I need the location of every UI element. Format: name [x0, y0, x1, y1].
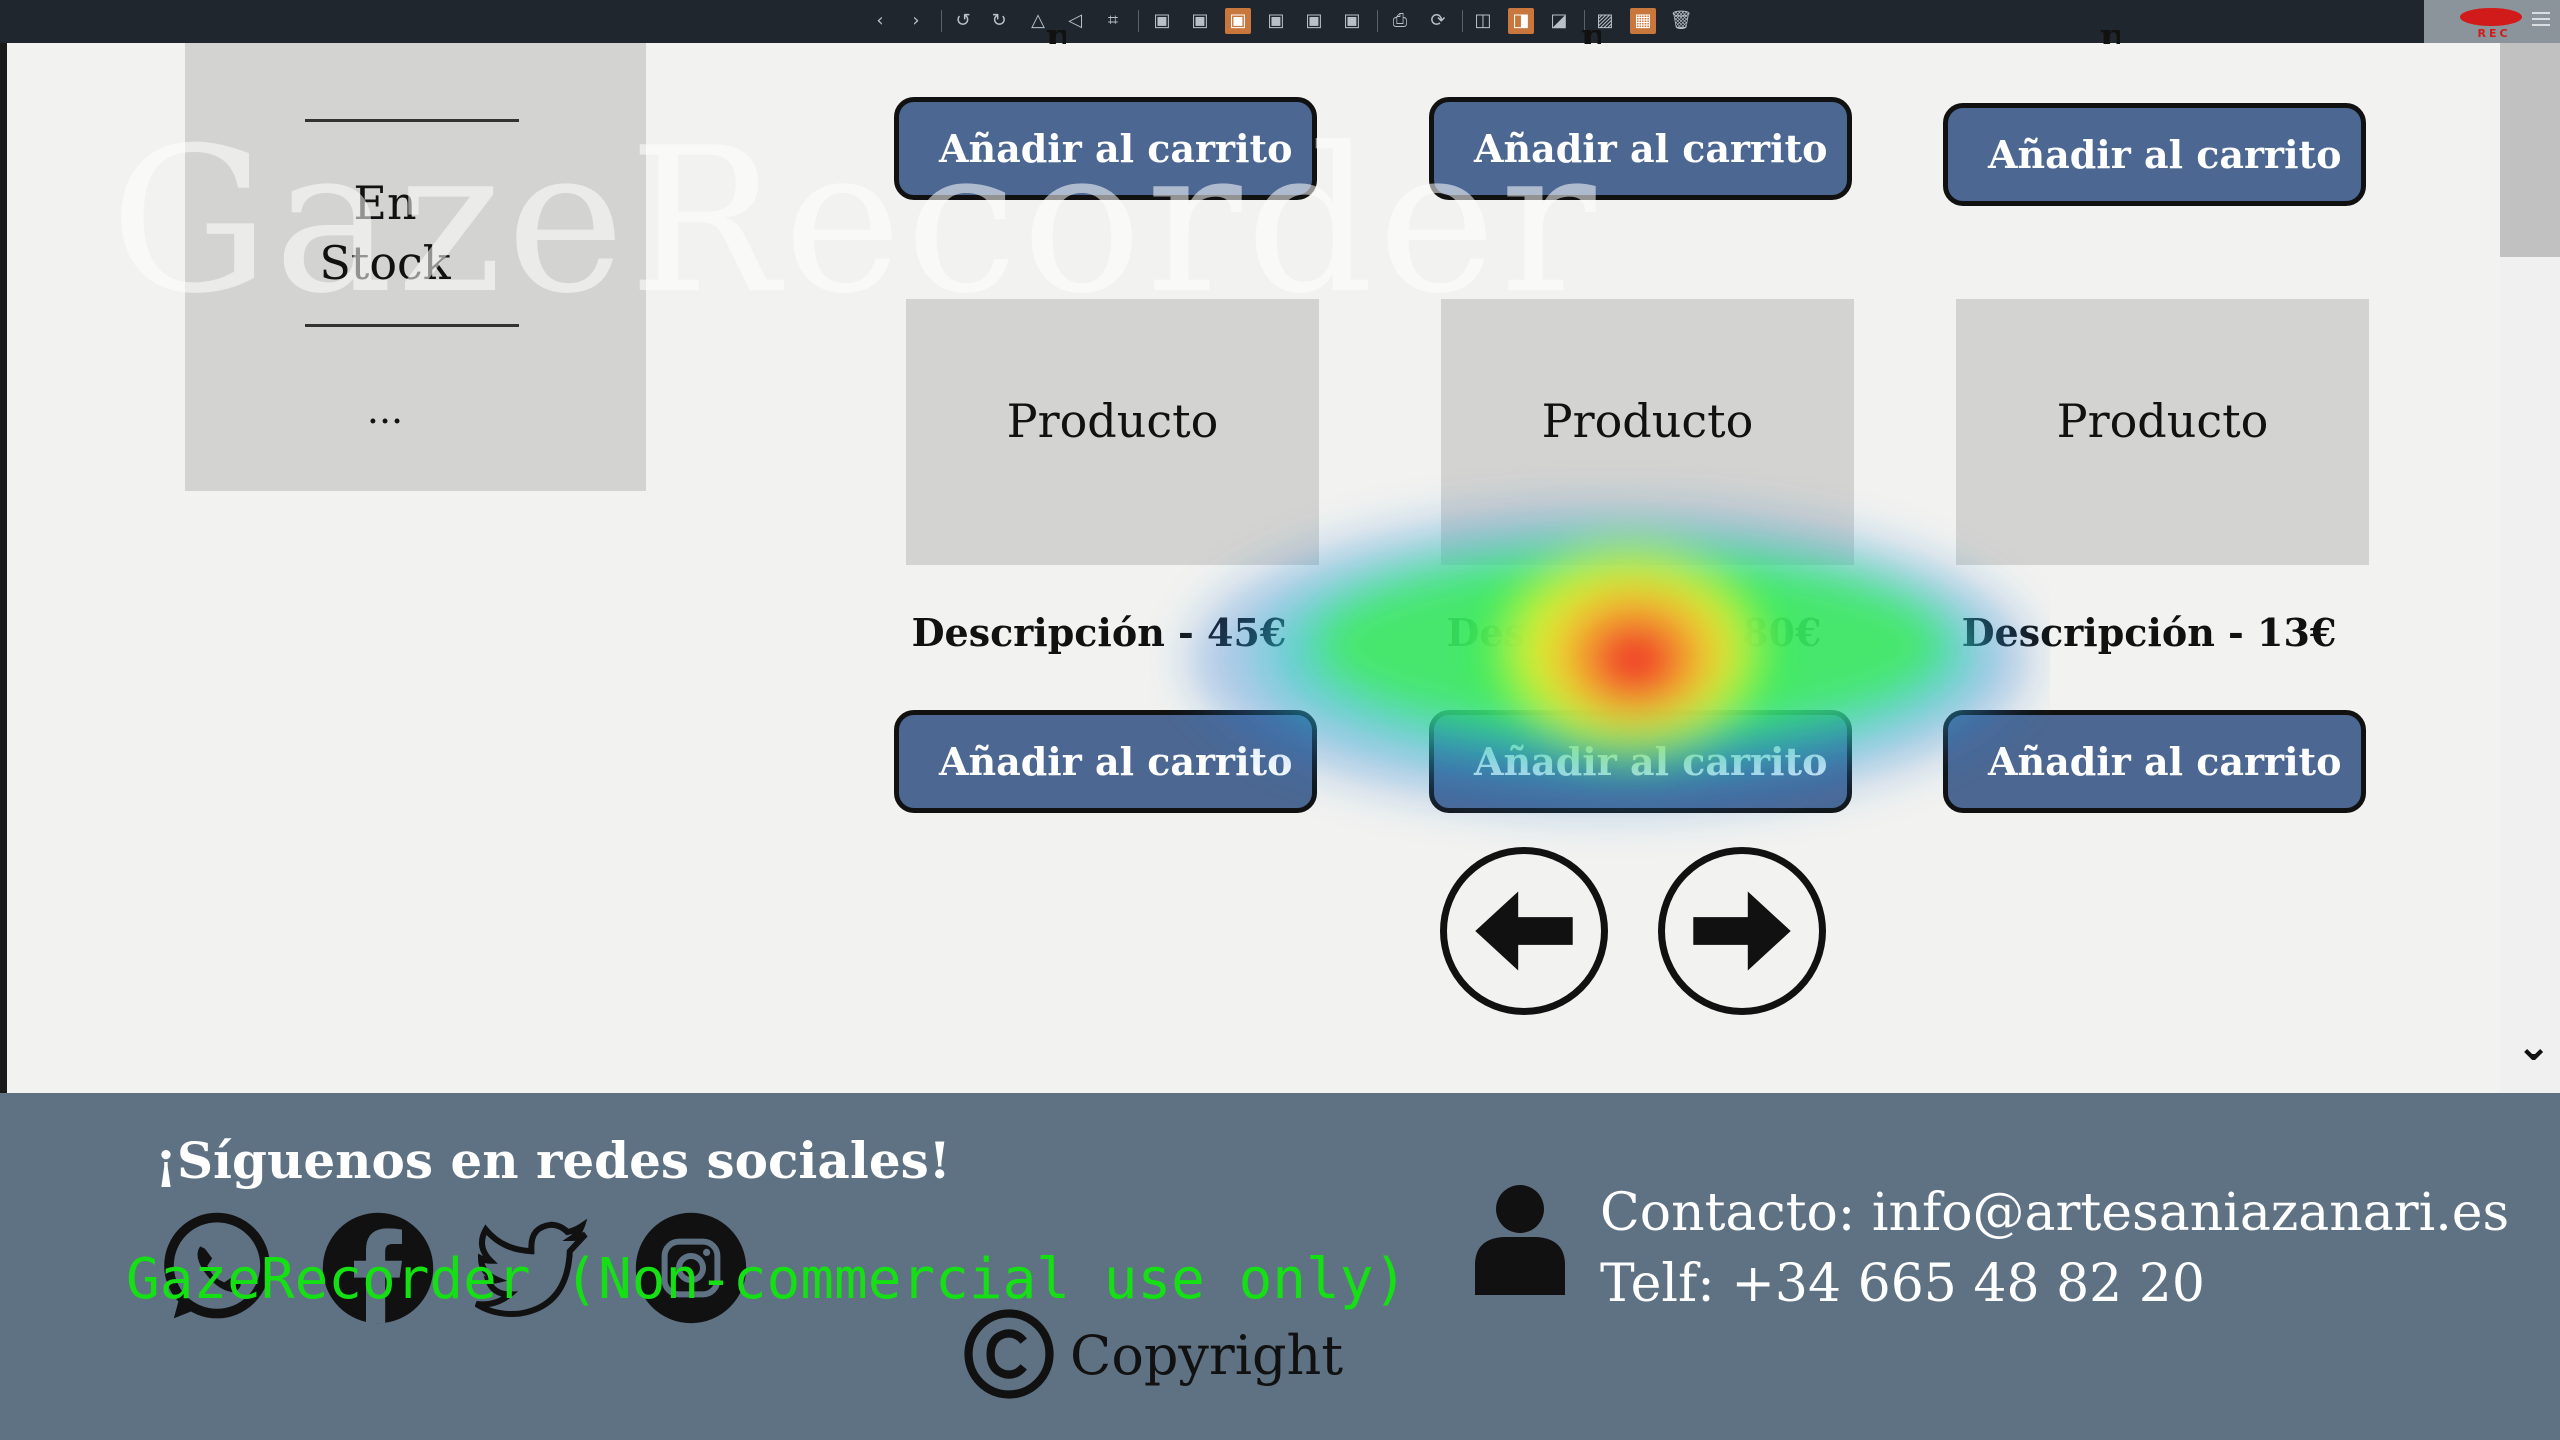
- toolbar-separator: [1138, 10, 1139, 32]
- add-to-cart-button[interactable]: Añadir al carrito: [1943, 103, 2366, 206]
- in-stock-filter[interactable]: En Stock: [305, 173, 465, 293]
- panel-divider: [305, 119, 519, 122]
- product-description: Descripción - 45€: [911, 610, 1287, 655]
- window-icon[interactable]: ◪: [1546, 8, 1572, 34]
- toolbar-separator: [1377, 10, 1378, 32]
- add-to-cart-button[interactable]: Añadir al carrito: [1429, 710, 1852, 813]
- previous-page-button[interactable]: [1440, 847, 1608, 1015]
- crop-icon[interactable]: ⌗: [1100, 8, 1126, 34]
- filter-6-icon[interactable]: ▣: [1339, 8, 1365, 34]
- filter-4-icon[interactable]: ▣: [1263, 8, 1289, 34]
- toolbar-separator: [1462, 10, 1463, 32]
- cropped-price-text: p: [1046, 30, 1066, 44]
- contact-email[interactable]: Contacto: info@artesaniazanari.es: [1600, 1178, 2509, 1248]
- more-filters[interactable]: ...: [345, 388, 425, 432]
- arrow-left-icon: [1475, 891, 1573, 971]
- filter-5-icon[interactable]: ▣: [1301, 8, 1327, 34]
- panel-divider: [305, 324, 519, 327]
- rec-label: REC: [2477, 27, 2511, 40]
- contact-phone[interactable]: Telf: +34 665 48 82 20: [1600, 1249, 2205, 1319]
- filter-2-icon[interactable]: ▣: [1187, 8, 1213, 34]
- recorder-badge[interactable]: REC: [2424, 0, 2560, 43]
- person-icon: [1475, 1185, 1565, 1295]
- undo-icon[interactable]: ↺: [950, 8, 976, 34]
- add-to-cart-button[interactable]: Añadir al carrito: [894, 710, 1317, 813]
- print-icon[interactable]: ⎙: [1387, 8, 1413, 34]
- filter-1-icon[interactable]: ▣: [1149, 8, 1175, 34]
- add-to-cart-button[interactable]: Añadir al carrito: [894, 97, 1317, 200]
- filter-3-icon[interactable]: ▣: [1225, 8, 1251, 34]
- filter-panel: En Stock ...: [185, 43, 646, 491]
- layout-2-icon[interactable]: ◨: [1508, 8, 1534, 34]
- facebook-icon[interactable]: [318, 1208, 438, 1328]
- copyright-text: Copyright: [1070, 1324, 1344, 1387]
- instagram-icon[interactable]: [631, 1208, 751, 1328]
- product-name: Producto: [2056, 394, 2269, 448]
- whatsapp-icon[interactable]: [157, 1208, 277, 1328]
- grid-icon[interactable]: ▦: [1630, 8, 1656, 34]
- product-name: Producto: [1541, 394, 1754, 448]
- menu-icon[interactable]: [2532, 12, 2550, 26]
- scrollbar-thumb[interactable]: [2500, 43, 2560, 257]
- social-title: ¡Síguenos en redes sociales!: [155, 1131, 951, 1190]
- arrow-right-icon: [1693, 891, 1791, 971]
- next-page-button[interactable]: [1658, 847, 1826, 1015]
- product-description: Descripción - 80€: [1446, 610, 1822, 655]
- product-image[interactable]: Producto: [1956, 299, 2369, 565]
- cropped-price-text: p: [2100, 30, 2120, 44]
- refresh-icon[interactable]: ⟳: [1425, 8, 1451, 34]
- redo-icon[interactable]: ↻: [986, 8, 1012, 34]
- chevron-down-icon[interactable]: ⌄: [2516, 1025, 2551, 1067]
- chevron-right-icon[interactable]: ›: [903, 8, 929, 34]
- layout-1-icon[interactable]: ◫: [1470, 8, 1496, 34]
- record-dot-icon: [2460, 8, 2522, 26]
- product-description: Descripción - 13€: [1961, 610, 2337, 655]
- copyright-icon: [964, 1309, 1054, 1399]
- cropped-price-text: p: [1581, 30, 1601, 44]
- toolbar-separator: [1584, 10, 1585, 32]
- trash-icon[interactable]: 🗑: [1668, 8, 1694, 34]
- footer: ¡Síguenos en redes sociales! GazeRecorde…: [0, 1093, 2560, 1440]
- product-name: Producto: [1006, 394, 1219, 448]
- top-toolbar: ‹ › ↺ ↻ △ ◁ ⌗ ▣ ▣ ▣ ▣ ▣ ▣ ⎙ ⟳ ◫ ◨ ◪ ▨ ▦ …: [0, 0, 2560, 43]
- twitter-icon[interactable]: [475, 1208, 595, 1328]
- add-to-cart-button[interactable]: Añadir al carrito: [1429, 97, 1852, 200]
- page-left-edge: [0, 43, 7, 1093]
- add-to-cart-button[interactable]: Añadir al carrito: [1943, 710, 2366, 813]
- toolbar-separator: [941, 10, 942, 32]
- product-image[interactable]: Producto: [906, 299, 1319, 565]
- product-image[interactable]: Producto: [1441, 299, 1854, 565]
- chevron-left-icon[interactable]: ‹: [867, 8, 893, 34]
- scrollbar[interactable]: ⌄: [2500, 43, 2560, 1093]
